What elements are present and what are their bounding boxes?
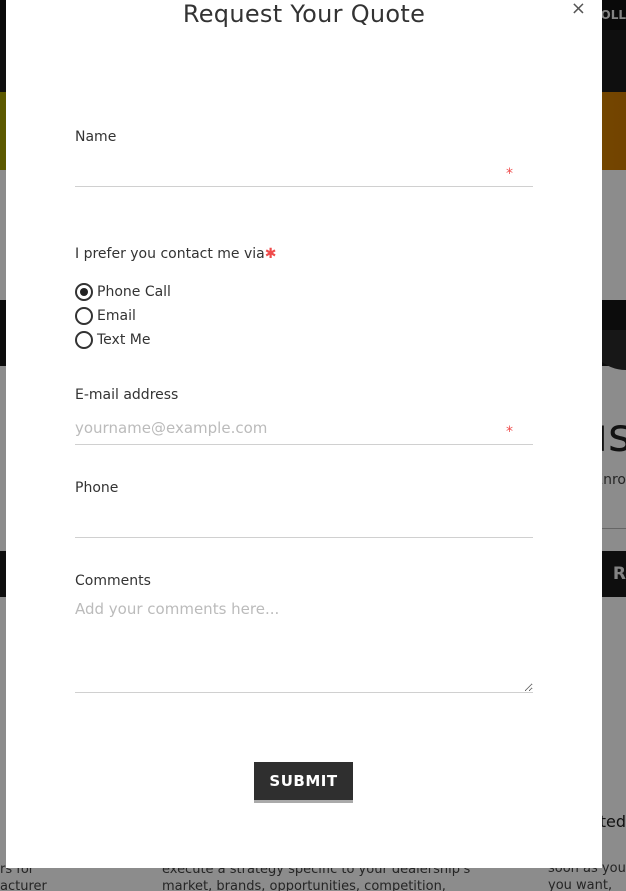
name-input[interactable]: [75, 160, 505, 184]
radio-label-phone-call[interactable]: Phone Call: [97, 284, 171, 300]
close-icon[interactable]: ×: [571, 0, 586, 18]
quote-modal: Request Your Quote × Name * I prefer you…: [6, 0, 602, 868]
contact-required-icon: ✱: [264, 246, 277, 262]
name-label: Name: [75, 129, 117, 145]
radio-label-text-me[interactable]: Text Me: [97, 332, 150, 348]
contact-label-text: I prefer you contact me via: [75, 246, 265, 262]
phone-label: Phone: [75, 480, 119, 496]
name-underline: [75, 186, 533, 187]
modal-title: Request Your Quote: [182, 0, 426, 28]
phone-underline: [75, 537, 533, 538]
radio-text-me[interactable]: [75, 331, 93, 349]
contact-label: I prefer you contact me via✱: [75, 246, 276, 262]
phone-input[interactable]: [75, 510, 505, 534]
radio-phone-call[interactable]: [75, 283, 93, 301]
radio-label-email[interactable]: Email: [97, 308, 136, 324]
contact-option-text[interactable]: Text Me: [75, 329, 150, 351]
email-input[interactable]: [75, 416, 505, 440]
comments-textarea[interactable]: [75, 598, 533, 693]
submit-button[interactable]: SUBMIT: [254, 762, 353, 803]
radio-email[interactable]: [75, 307, 93, 325]
email-required-star: *: [506, 424, 513, 440]
comments-label: Comments: [75, 573, 151, 589]
contact-option-email[interactable]: Email: [75, 305, 136, 327]
email-underline: [75, 444, 533, 445]
contact-option-phone[interactable]: Phone Call: [75, 281, 171, 303]
email-label: E-mail address: [75, 387, 179, 403]
name-required-star: *: [506, 166, 513, 182]
